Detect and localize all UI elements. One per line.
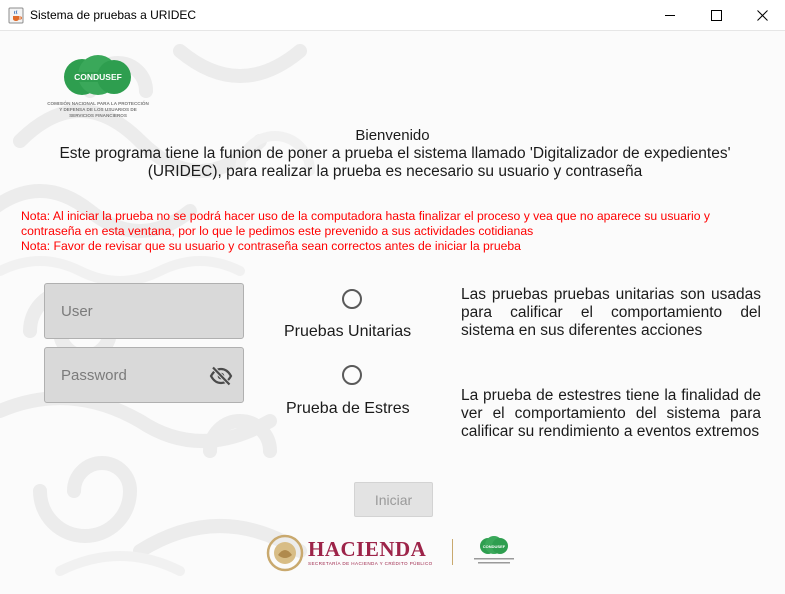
svg-text:COMISIÓN NACIONAL PARA LA PROT: COMISIÓN NACIONAL PARA LA PROTECCIÓN: [47, 99, 149, 106]
condusef-small-logo: CONDUSEF: [474, 536, 514, 564]
note-credentials: Nota: Favor de revisar que su usuario y …: [21, 239, 521, 253]
window-title: Sistema de pruebas a URIDEC: [30, 8, 197, 22]
notes-block: Nota: Al iniciar la prueba no se podrá h…: [21, 209, 773, 254]
note-warning: Nota: Al iniciar la prueba no se podrá h…: [21, 209, 711, 238]
mexico-seal-icon: [266, 534, 304, 572]
welcome-heading: Bienvenido: [355, 127, 430, 144]
user-input[interactable]: [45, 284, 243, 338]
radio-prueba-estres[interactable]: [342, 365, 362, 385]
maximize-icon: [710, 10, 722, 21]
svg-text:CONDUSEF: CONDUSEF: [483, 544, 506, 549]
hacienda-wordmark: HACIENDA: [308, 537, 427, 561]
window-titlebar[interactable]: Sistema de pruebas a URIDEC: [0, 0, 785, 31]
start-button[interactable]: Iniciar: [354, 482, 433, 517]
password-field[interactable]: [44, 347, 244, 403]
radio-label-pruebas-unitarias[interactable]: Pruebas Unitarias: [284, 323, 411, 341]
main-panel: CONDUSEF COMISIÓN NACIONAL PARA LA PROTE…: [0, 31, 785, 594]
svg-text:Y DEFENSA DE LOS USUARIOS DE: Y DEFENSA DE LOS USUARIOS DE: [59, 107, 137, 112]
intro-text: Este programa tiene la funion de poner a…: [59, 145, 731, 180]
radio-label-prueba-estres[interactable]: Prueba de Estres: [286, 400, 410, 418]
close-icon: [756, 10, 768, 21]
description-pruebas-unitarias: Las pruebas pruebas unitarias son usadas…: [461, 286, 761, 339]
minimize-icon: [664, 15, 675, 16]
svg-text:SERVICIOS FINANCIEROS: SERVICIOS FINANCIEROS: [69, 113, 127, 118]
visibility-off-icon[interactable]: [209, 364, 233, 388]
user-field[interactable]: [44, 283, 244, 339]
condusef-logo-text: CONDUSEF: [74, 72, 122, 82]
footer-divider: [452, 539, 453, 565]
description-prueba-estres: La prueba de estestres tiene la finalida…: [461, 387, 761, 440]
condusef-logo: CONDUSEF COMISIÓN NACIONAL PARA LA PROTE…: [47, 55, 149, 118]
minimize-button[interactable]: [647, 0, 693, 31]
hacienda-subtitle: SECRETARÍA DE HACIENDA Y CRÉDITO PÚBLICO: [308, 561, 433, 566]
java-cup-icon: [8, 7, 24, 24]
close-button[interactable]: [739, 0, 785, 31]
maximize-button[interactable]: [693, 0, 739, 31]
radio-pruebas-unitarias[interactable]: [342, 289, 362, 309]
footer-logos: HACIENDA SECRETARÍA DE HACIENDA Y CRÉDIT…: [264, 531, 526, 577]
